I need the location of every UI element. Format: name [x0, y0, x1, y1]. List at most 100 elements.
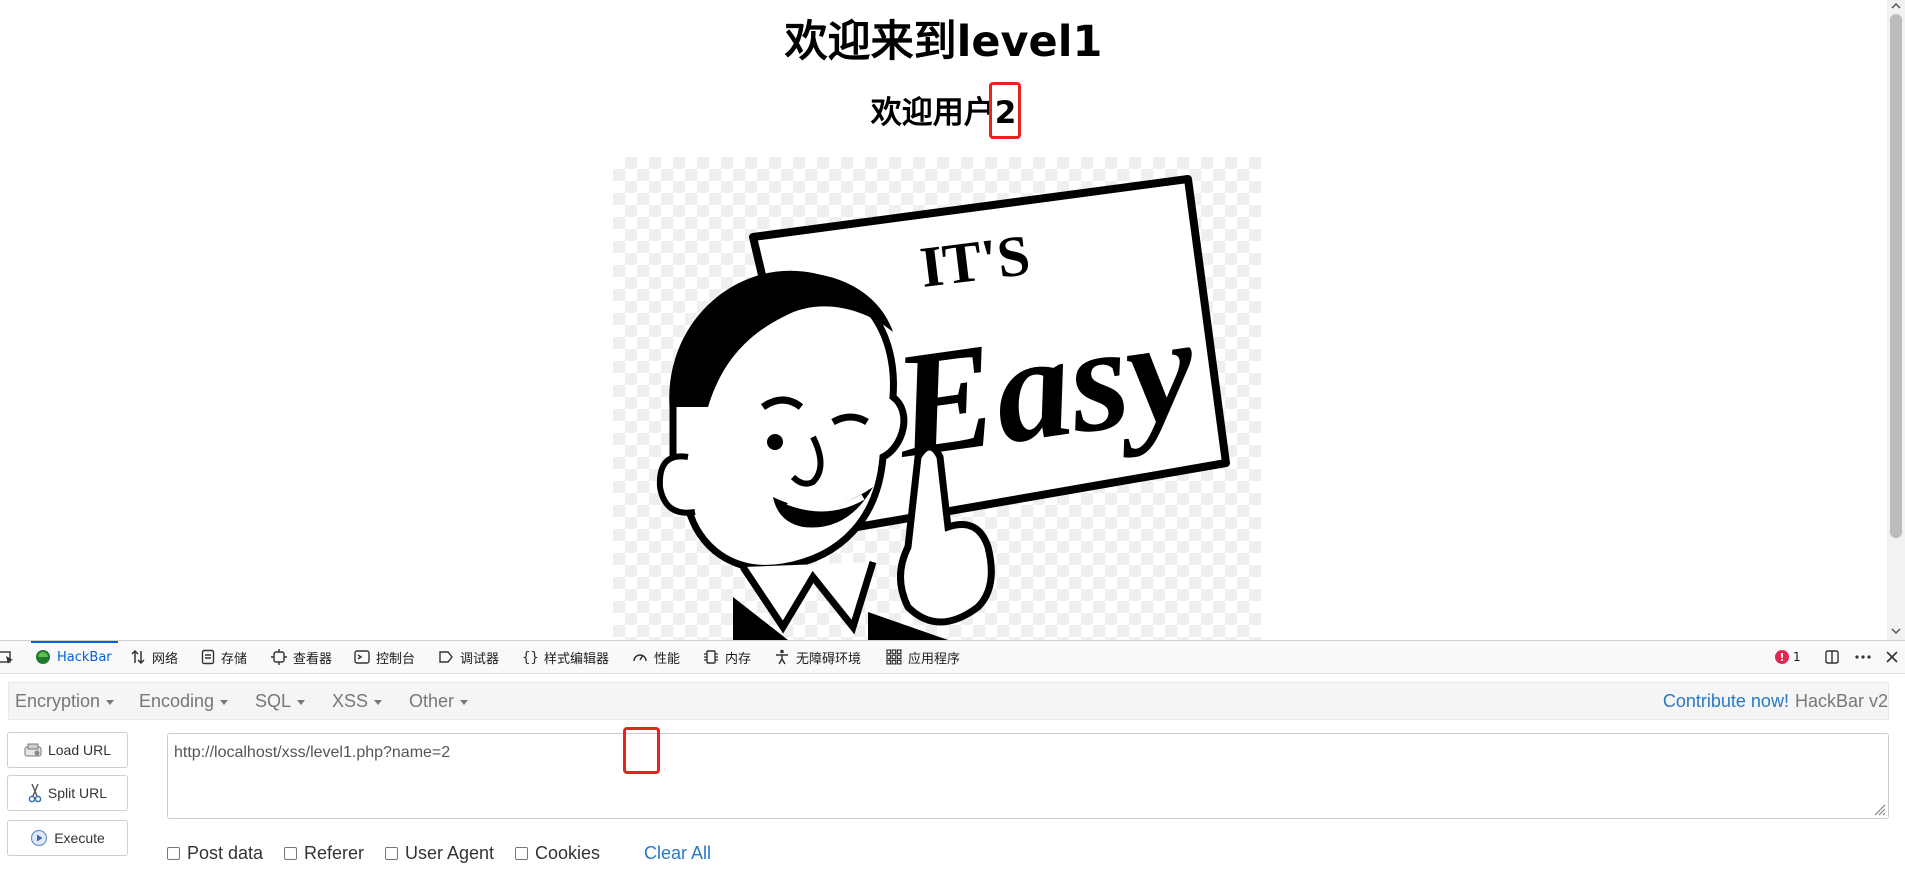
button-label: Execute	[54, 830, 105, 846]
its-easy-image: IT'S Easy	[613, 157, 1261, 640]
element-picker-icon	[0, 651, 13, 664]
checkbox-box[interactable]	[284, 846, 297, 860]
cartoon-illustration: IT'S Easy	[656, 175, 1230, 640]
tab-console[interactable]: 控制台	[354, 641, 415, 673]
sign-top-text: IT'S	[917, 222, 1034, 300]
tab-memory[interactable]: 内存	[703, 641, 751, 673]
url-prefix: http://localhost/xss/level1.php?name=	[174, 744, 442, 761]
url-param-value: 2	[441, 744, 451, 761]
contribute-link[interactable]: Contribute now!	[1663, 691, 1789, 712]
highlight-box	[623, 727, 660, 774]
scissors-icon	[28, 783, 42, 803]
menu-label: Other	[409, 690, 455, 711]
tab-label: HackBar	[57, 649, 112, 665]
vertical-scrollbar[interactable]	[1887, 0, 1905, 640]
more-options-button[interactable]	[1851, 641, 1875, 673]
tab-storage[interactable]: 存储	[201, 641, 247, 673]
network-icon	[131, 649, 145, 665]
cookies-checkbox[interactable]: Cookies	[515, 842, 600, 864]
load-url-icon	[24, 743, 42, 757]
tab-debugger[interactable]: 调试器	[438, 641, 499, 673]
close-devtools-button[interactable]	[1880, 641, 1904, 673]
resize-grip-icon[interactable]	[1872, 802, 1886, 816]
dock-side-button[interactable]	[1820, 641, 1844, 673]
menu-encryption[interactable]: Encryption	[15, 683, 115, 719]
checkbox-label: Post data	[187, 842, 264, 863]
application-icon	[886, 649, 902, 665]
post-data-checkbox[interactable]: Post data	[167, 842, 263, 864]
split-url-button[interactable]: Split URL	[7, 775, 128, 811]
chevron-down-icon	[460, 699, 469, 705]
tab-inspector[interactable]: 查看器	[271, 641, 332, 673]
button-label: Split URL	[47, 785, 108, 801]
scrollbar-thumb[interactable]	[1890, 14, 1902, 538]
clear-all-link[interactable]: Clear All	[644, 842, 711, 864]
tab-label: 存储	[221, 651, 248, 667]
devtools-panel: HackBar 网络 存储 查看器 控制台 调试器 {} 样式编辑器 性能 内存…	[0, 640, 1905, 889]
menu-label: Encoding	[139, 690, 215, 711]
tab-label: 控制台	[376, 651, 416, 667]
tab-hackbar[interactable]: HackBar	[31, 641, 118, 673]
menu-sql[interactable]: SQL	[255, 683, 306, 719]
chevron-down-icon	[106, 699, 115, 705]
highlight-box	[988, 82, 1021, 139]
style-editor-icon: {}	[522, 650, 538, 665]
hackbar-icon	[36, 650, 50, 664]
error-count-badge[interactable]: ! 1	[1775, 641, 1801, 673]
close-icon	[1886, 651, 1898, 663]
more-options-icon	[1855, 655, 1871, 659]
referer-checkbox[interactable]: Referer	[284, 842, 364, 864]
tab-application[interactable]: 应用程序	[886, 641, 960, 673]
scroll-up-arrow-icon[interactable]	[1887, 0, 1905, 12]
tab-label: 内存	[725, 651, 752, 667]
checkbox-label: Cookies	[535, 842, 601, 863]
checkbox-label: User Agent	[405, 842, 495, 863]
execute-button[interactable]: Execute	[7, 820, 128, 856]
hackbar-header-right: Contribute now! HackBar v2	[1663, 683, 1888, 719]
inspector-icon	[271, 649, 287, 665]
tab-label: 性能	[654, 651, 681, 667]
user-agent-checkbox[interactable]: User Agent	[385, 842, 494, 864]
scroll-down-arrow-icon[interactable]	[1887, 624, 1905, 638]
chevron-down-icon	[220, 699, 229, 705]
checkbox-box[interactable]	[167, 846, 180, 860]
chevron-down-icon	[297, 699, 306, 705]
menu-other[interactable]: Other	[409, 683, 469, 719]
tab-label: 应用程序	[908, 651, 961, 667]
error-count: 1	[1793, 650, 1801, 664]
tab-label: 样式编辑器	[544, 651, 610, 667]
user-name-wrap: 2	[988, 82, 1021, 139]
console-icon	[354, 650, 370, 664]
checkbox-label: Referer	[304, 842, 365, 863]
dock-side-icon	[1825, 650, 1839, 664]
checkbox-box[interactable]	[515, 846, 528, 860]
tab-accessibility[interactable]: 无障碍环境	[774, 641, 861, 673]
chevron-down-icon	[374, 699, 383, 705]
tab-network[interactable]: 网络	[130, 641, 178, 673]
element-picker-button[interactable]	[0, 641, 14, 673]
svg-text:{}: {}	[522, 650, 538, 665]
load-url-button[interactable]: Load URL	[7, 732, 128, 768]
hackbar-menubar: Encryption Encoding SQL XSS Other Contri…	[8, 682, 1889, 720]
menu-label: SQL	[255, 690, 292, 711]
welcome-heading: 欢迎用户2	[0, 82, 1887, 139]
debugger-icon	[439, 651, 453, 663]
page-content: 欢迎来到level1 欢迎用户2 IT'S Easy	[0, 0, 1887, 640]
page-title: 欢迎来到level1	[784, 17, 1103, 67]
memory-icon	[704, 650, 718, 664]
storage-icon	[201, 649, 215, 665]
tab-style-editor[interactable]: {} 样式编辑器	[522, 641, 609, 673]
devtools-tab-bar: HackBar 网络 存储 查看器 控制台 调试器 {} 样式编辑器 性能 内存…	[0, 641, 1905, 674]
tab-performance[interactable]: 性能	[632, 641, 680, 673]
accessibility-icon	[776, 649, 788, 665]
tab-label: 网络	[152, 651, 179, 667]
tab-label: 查看器	[293, 651, 333, 667]
menu-encoding[interactable]: Encoding	[139, 683, 229, 719]
tab-label: 无障碍环境	[796, 651, 862, 667]
url-text[interactable]: http://localhost/xss/level1.php?name=2	[174, 742, 450, 764]
menu-xss[interactable]: XSS	[332, 683, 383, 719]
checkbox-box[interactable]	[385, 846, 398, 860]
welcome-prefix: 欢迎用户	[870, 95, 995, 131]
play-icon	[31, 829, 48, 847]
url-textarea[interactable]: http://localhost/xss/level1.php?name=2	[167, 727, 1889, 819]
